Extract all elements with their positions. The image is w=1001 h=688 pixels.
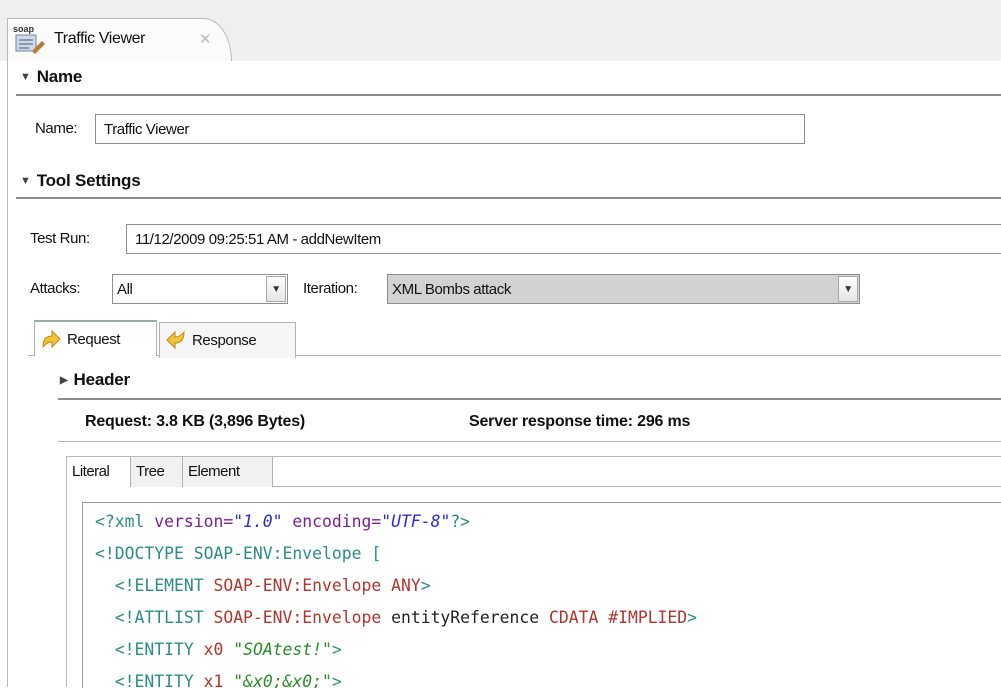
code-line: <!ELEMENT SOAP-ENV:Envelope ANY>: [114, 576, 431, 595]
request-arrow-icon: [42, 329, 61, 349]
message-view-panel: Literal Tree Element <?xml version="1.0"…: [66, 456, 1001, 688]
editor-tab-bar: soap Traffic Viewer ✕: [0, 0, 1001, 61]
view-tabs-baseline: [273, 486, 1001, 487]
attacks-label: Attacks:: [30, 280, 81, 297]
collapse-caret-icon: ▼: [20, 71, 31, 83]
request-size: Request: 3.8 KB (3,896 Bytes): [85, 413, 306, 430]
response-arrow-icon: [166, 330, 185, 350]
iteration-label: Iteration:: [303, 280, 358, 297]
xml-literal-editor[interactable]: <?xml version="1.0" encoding="UTF-8"?> <!…: [82, 502, 1001, 688]
name-section-header[interactable]: ▼ Name: [20, 67, 82, 87]
header-divider: [58, 398, 1001, 400]
header-section-header[interactable]: ▶ Header: [60, 370, 130, 390]
tab-label: Traffic Viewer: [54, 30, 146, 47]
tool-settings-divider: [16, 197, 1001, 199]
collapse-caret-icon: ▼: [20, 175, 31, 187]
header-section-title: Header: [73, 370, 131, 389]
server-response-time: Server response time: 296 ms: [469, 413, 691, 430]
tab-element[interactable]: Element: [183, 457, 273, 487]
tab-response[interactable]: Response: [159, 322, 296, 358]
code-line: <!ATTLIST SOAP-ENV:Envelope entityRefere…: [114, 608, 698, 627]
tab-request[interactable]: Request: [34, 320, 157, 356]
code-line: <!ENTITY x0 "SOAtest!">: [114, 640, 342, 659]
name-input[interactable]: Traffic Viewer: [95, 114, 805, 144]
soap-tool-icon: soap: [13, 24, 45, 54]
code-line: <!ENTITY x1 "&x0;&x0;">: [114, 672, 342, 688]
chevron-down-icon[interactable]: ▼: [838, 276, 858, 302]
attacks-selected-value: All: [117, 281, 133, 298]
svg-text:soap: soap: [13, 24, 35, 34]
tab-tree[interactable]: Tree: [131, 457, 183, 487]
attacks-select[interactable]: All ▼: [112, 274, 288, 304]
tab-literal[interactable]: Literal: [67, 457, 131, 487]
code-line: <?xml version="1.0" encoding="UTF-8"?>: [95, 512, 471, 531]
iteration-selected-value: XML Bombs attack: [392, 281, 511, 298]
tool-settings-header[interactable]: ▼ Tool Settings: [20, 171, 141, 191]
test-run-field[interactable]: 11/12/2009 09:25:51 AM - addNewItem: [126, 224, 1001, 254]
name-section-title: Name: [36, 67, 83, 86]
stats-divider: [58, 441, 1001, 442]
expand-caret-icon: ▶: [60, 375, 68, 386]
name-section-divider: [16, 94, 1001, 96]
tab-traffic-viewer[interactable]: soap Traffic Viewer ✕: [7, 18, 232, 61]
tab-request-label: Request: [67, 331, 121, 348]
tab-response-label: Response: [192, 332, 257, 349]
chevron-down-icon[interactable]: ▼: [266, 276, 286, 302]
code-line: <!DOCTYPE SOAP-ENV:Envelope [: [95, 544, 382, 563]
tool-settings-title: Tool Settings: [36, 171, 141, 190]
test-run-label: Test Run:: [30, 230, 90, 247]
close-icon[interactable]: ✕: [199, 30, 212, 48]
iteration-select[interactable]: XML Bombs attack ▼: [387, 274, 860, 304]
traffic-viewer-editor: ▼ Name Name: Traffic Viewer ▼ Tool Setting…: [7, 61, 1001, 688]
name-label: Name:: [35, 120, 78, 137]
